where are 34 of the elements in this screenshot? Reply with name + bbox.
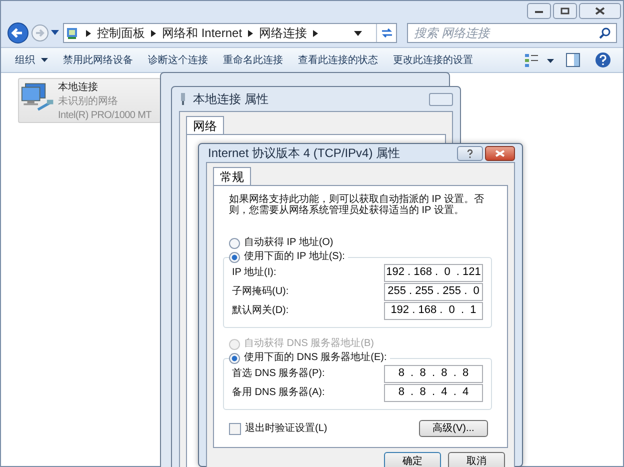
- connection-name: 本地连接: [58, 81, 98, 95]
- field-label: 子网掩码(U):: [232, 285, 289, 299]
- ip-address-field[interactable]: 8 . 8 . 4 . 4: [384, 384, 483, 402]
- toolbar-button[interactable]: 组织: [15, 52, 48, 68]
- ip-address-field[interactable]: 192 . 168 . 0 . 121: [384, 264, 483, 282]
- breadcrumb[interactable]: 网络和 Internet: [162, 24, 242, 42]
- field-label: 首选 DNS 服务器(P):: [232, 366, 325, 381]
- connection-item[interactable]: 本地连接 未识别的网络 Intel(R) PRO/1000 MT: [18, 78, 161, 123]
- toolbar-button[interactable]: 查看此连接的状态: [298, 52, 378, 68]
- search-field[interactable]: 搜索 网络连接: [407, 23, 617, 43]
- toolbar-button[interactable]: 诊断这个连接: [148, 52, 208, 68]
- network-status: 未识别的网络: [58, 95, 118, 109]
- field-label: 默认网关(D):: [232, 304, 289, 318]
- cancel-button[interactable]: 取消: [448, 452, 505, 467]
- dialog-title: Internet 协议版本 4 (TCP/IPv4) 属性: [208, 145, 400, 162]
- checkbox[interactable]: 退出时验证设置(L): [229, 421, 328, 436]
- dialog-title: 本地连接 属性: [193, 91, 268, 108]
- breadcrumb[interactable]: 网络连接: [259, 24, 308, 42]
- breadcrumb[interactable]: 控制面板: [97, 24, 145, 42]
- tab[interactable]: 网络: [186, 116, 224, 134]
- description-text: 如果网络支持此功能，则可以获取自动指派的 IP 设置。否则，您需要从网络系统管理员处获得适当的 IP 设置。: [229, 194, 485, 216]
- address-bar[interactable]: 控制面板 网络和 Internet 网络连接: [63, 23, 397, 43]
- advanced-button[interactable]: 高级(V)...: [419, 420, 488, 437]
- ip-address-field[interactable]: 8 . 8 . 8 . 8: [384, 364, 483, 382]
- ip-address-field[interactable]: 255 . 255 . 255 . 0: [384, 282, 483, 300]
- toolbar-button[interactable]: 禁用此网络设备: [63, 52, 133, 68]
- ok-button[interactable]: 确定: [384, 452, 441, 467]
- toolbar-button[interactable]: 更改此连接的设置: [393, 52, 473, 68]
- adapter-name: Intel(R) PRO/1000 MT: [58, 109, 152, 122]
- tab[interactable]: 常规: [213, 167, 251, 185]
- field-label: IP 地址(I):: [232, 266, 276, 280]
- field-label: 备用 DNS 服务器(A):: [232, 386, 325, 400]
- ip-address-field[interactable]: 192 . 168 . 0 . 1: [384, 302, 483, 320]
- toolbar-button[interactable]: 重命名此连接: [223, 52, 283, 68]
